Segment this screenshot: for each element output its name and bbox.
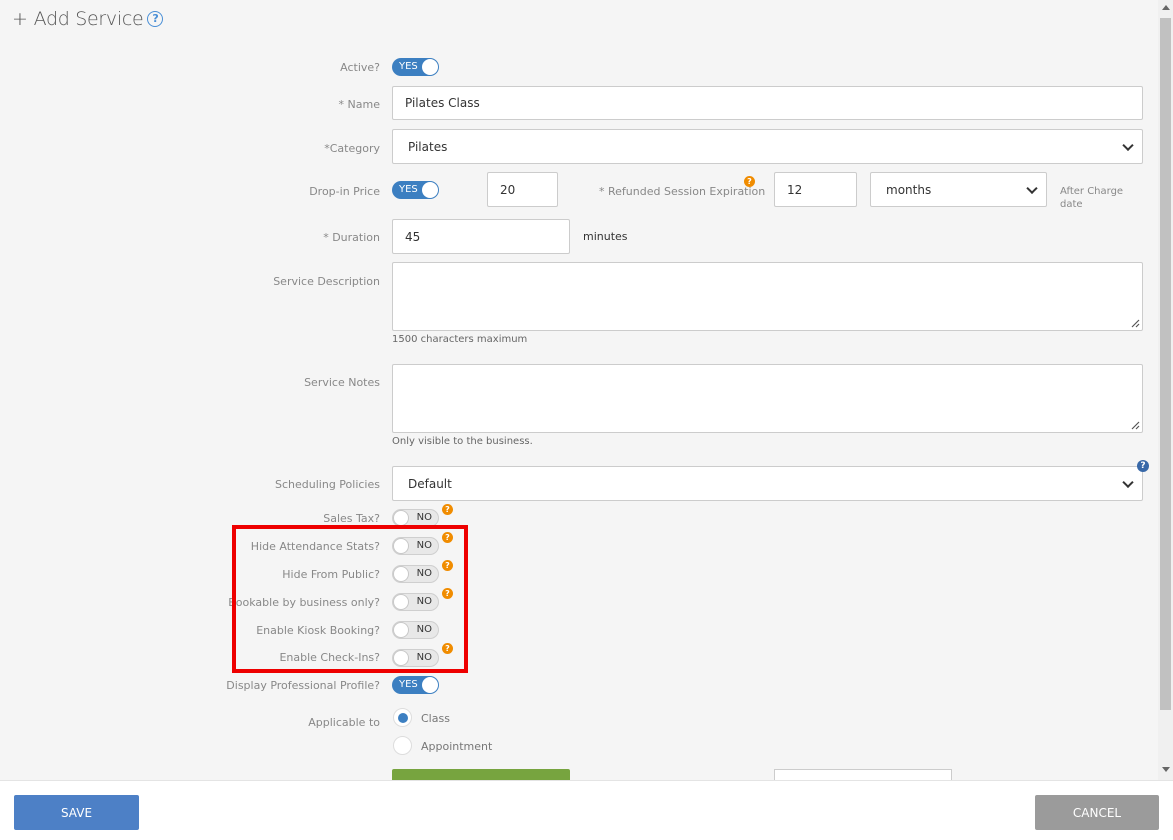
chevron-down-icon — [1026, 182, 1038, 194]
notes-label: Service Notes — [304, 376, 380, 389]
scheduling-select[interactable]: Default — [392, 466, 1143, 501]
display-prof-label: Display Professional Profile? — [226, 679, 380, 692]
scheduling-value: Default — [408, 476, 452, 491]
description-hint: 1500 characters maximum — [392, 334, 528, 345]
toggle-knob — [422, 677, 438, 693]
dropin-price-input[interactable]: 20 — [487, 172, 558, 207]
sales-tax-label: Sales Tax? — [323, 512, 380, 525]
radio-appointment-label: Appointment — [421, 740, 493, 753]
dropin-toggle-text: YES — [399, 184, 418, 195]
orange-help-icon[interactable]: ? — [744, 176, 755, 187]
duration-unit: minutes — [583, 230, 628, 243]
duration-label: * Duration — [323, 231, 380, 244]
description-label: Service Description — [273, 275, 380, 288]
scheduling-label: Scheduling Policies — [275, 478, 380, 491]
resize-grip-icon[interactable] — [1131, 319, 1140, 328]
after-charge-text: After Charge date — [1060, 186, 1124, 210]
active-toggle-text: YES — [399, 61, 418, 72]
refund-unit-value: months — [886, 182, 932, 197]
partial-input[interactable] — [774, 769, 952, 780]
dropin-toggle[interactable]: YES — [392, 181, 439, 199]
scroll-down-icon[interactable] — [1162, 767, 1170, 772]
vertical-scrollbar[interactable] — [1158, 0, 1173, 780]
dropin-label: Drop-in Price — [309, 185, 380, 198]
add-service-page: + Add Service? Active? YES * Name Pilates… — [0, 0, 1158, 780]
chevron-down-icon — [1122, 139, 1134, 151]
radio-appointment[interactable] — [393, 736, 412, 755]
chevron-down-icon — [1122, 476, 1134, 488]
radio-class[interactable] — [393, 708, 412, 727]
scroll-up-icon[interactable] — [1162, 5, 1170, 10]
category-select[interactable]: Pilates — [392, 129, 1143, 164]
radio-class-label: Class — [421, 712, 450, 725]
toggle-knob — [393, 510, 409, 526]
name-input[interactable]: Pilates Class — [392, 86, 1143, 120]
orange-help-icon[interactable]: ? — [442, 504, 453, 515]
refund-unit-select[interactable]: months — [870, 172, 1047, 207]
toggle-knob — [422, 59, 438, 75]
display-prof-toggle-text: YES — [399, 679, 418, 690]
notes-textarea[interactable] — [392, 364, 1143, 433]
duration-input[interactable]: 45 — [392, 219, 570, 254]
applicable-label: Applicable to — [308, 716, 380, 729]
save-button[interactable]: SAVE — [14, 795, 139, 830]
description-textarea[interactable] — [392, 262, 1143, 331]
name-input-value: Pilates Class — [405, 96, 480, 110]
duration-value: 45 — [405, 229, 421, 244]
page-title-text: Add Service — [33, 8, 144, 30]
refund-label: * Refunded Session Expiration — [599, 185, 766, 198]
refund-expiration-input[interactable]: 12 — [774, 172, 857, 207]
notes-hint: Only visible to the business. — [392, 436, 533, 447]
page-title: + Add Service? — [12, 8, 164, 30]
category-select-value: Pilates — [408, 139, 448, 154]
toggle-knob — [422, 182, 438, 198]
help-circle-icon[interactable]: ? — [147, 11, 164, 27]
highlight-box — [232, 525, 468, 673]
dropin-price-value: 20 — [500, 182, 516, 197]
cancel-button[interactable]: CANCEL — [1035, 795, 1159, 830]
blue-help-icon[interactable]: ? — [1137, 460, 1149, 472]
green-action-button[interactable] — [392, 769, 570, 780]
active-toggle[interactable]: YES — [392, 58, 439, 76]
plus-icon: + — [12, 8, 28, 30]
display-prof-toggle[interactable]: YES — [392, 676, 439, 694]
refund-expiration-value: 12 — [787, 182, 803, 197]
footer-bar: SAVE CANCEL — [0, 780, 1173, 840]
scrollbar-thumb[interactable] — [1160, 18, 1171, 710]
name-label: * Name — [338, 98, 380, 111]
active-label: Active? — [340, 61, 380, 74]
category-label: *Category — [324, 142, 380, 155]
resize-grip-icon[interactable] — [1131, 421, 1140, 430]
